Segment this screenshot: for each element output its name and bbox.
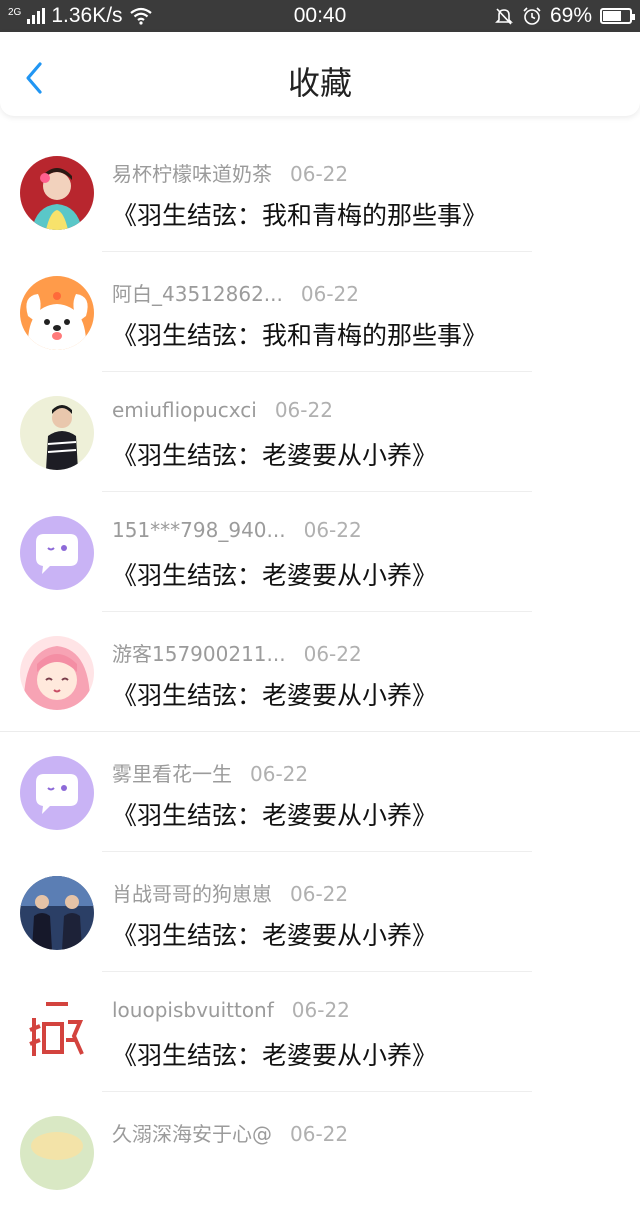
list-item[interactable]: 阿白_43512862... 06-22 《羽生结弦：我和青梅的那些事》 [0,252,640,372]
user-photo-icon [20,396,94,470]
chat-bubble-icon [20,516,94,590]
item-meta: 阿白_43512862... 06-22 [112,278,359,307]
user-photo-icon [20,156,94,230]
username[interactable]: louopisbvuittonf [112,998,274,1022]
book-title[interactable]: 《羽生结弦：老婆要从小养》 [112,556,437,592]
username[interactable]: 肖战哥哥的狗崽崽 [112,882,272,906]
item-date: 06-22 [291,998,350,1022]
avatar[interactable] [20,396,94,470]
bell-muted-icon [495,8,513,25]
favorites-list: 易杯柠檬味道奶茶 06-22 《羽生结弦：我和青梅的那些事》 阿白_4351286… [0,132,640,1212]
avatar[interactable] [20,876,94,950]
item-meta: louopisbvuittonf 06-22 [112,998,350,1022]
list-item[interactable]: emiufliopucxci 06-22 《羽生结弦：老婆要从小养》 [0,372,640,492]
list-item[interactable]: 久溺深海安于心@ 06-22 [0,1092,640,1212]
item-date: 06-22 [250,762,309,786]
status-right: 69% [494,4,635,28]
item-meta: 久溺深海安于心@ 06-22 [112,1118,348,1147]
item-date: 06-22 [290,162,349,186]
list-item[interactable]: 易杯柠檬味道奶茶 06-22 《羽生结弦：我和青梅的那些事》 [0,132,640,252]
item-meta: 151***798_940... 06-22 [112,518,362,542]
item-date: 06-22 [274,398,333,422]
item-meta: 易杯柠檬味道奶茶 06-22 [112,158,348,187]
book-title[interactable]: 《羽生结弦：我和青梅的那些事》 [112,196,487,232]
list-item[interactable]: 游客157900211... 06-22 《羽生结弦：老婆要从小养》 [0,612,640,732]
item-date: 06-22 [290,1122,349,1146]
book-title[interactable]: 《羽生结弦：老婆要从小养》 [112,436,437,472]
list-item[interactable]: 肖战哥哥的狗崽崽 06-22 《羽生结弦：老婆要从小养》 [0,852,640,972]
avatar[interactable] [20,516,94,590]
text-logo-icon [20,996,94,1070]
avatar[interactable] [20,756,94,830]
item-date: 06-22 [290,882,349,906]
item-meta: 游客157900211... 06-22 [112,638,362,667]
cartoon-dog-icon [20,276,94,350]
anime-girl-icon [20,636,94,710]
user-photo-icon [20,876,94,950]
page-title: 收藏 [287,64,352,102]
book-title[interactable]: 《羽生结弦：老婆要从小养》 [112,1036,437,1072]
item-date: 06-22 [303,518,362,542]
user-photo-icon [20,1116,94,1190]
avatar[interactable] [20,156,94,230]
status-bar: 2G 1.36K/s 00:40 69% [0,0,640,32]
list-item[interactable]: louopisbvuittonf 06-22 《羽生结弦：老婆要从小养》 [0,972,640,1092]
username[interactable]: 151***798_940... [112,518,286,542]
book-title[interactable]: 《羽生结弦：老婆要从小养》 [112,676,437,712]
username[interactable]: 阿白_43512862... [112,282,283,306]
alarm-icon [523,7,541,25]
chat-bubble-icon [20,756,94,830]
battery-icon [600,8,635,24]
item-meta: 雾里看花一生 06-22 [112,758,308,787]
avatar[interactable] [20,996,94,1070]
username[interactable]: emiufliopucxci [112,398,257,422]
book-title[interactable]: 《羽生结弦：我和青梅的那些事》 [112,316,487,352]
app-header: 收藏 [0,32,640,116]
book-title[interactable]: 《羽生结弦：老婆要从小养》 [112,916,437,952]
item-date: 06-22 [300,282,359,306]
battery-fill [603,11,621,21]
list-item[interactable]: 151***798_940... 06-22 《羽生结弦：老婆要从小养》 [0,492,640,612]
book-title[interactable]: 《羽生结弦：老婆要从小养》 [112,796,437,832]
username[interactable]: 游客157900211... [112,642,286,666]
username[interactable]: 雾里看花一生 [112,762,232,786]
username[interactable]: 易杯柠檬味道奶茶 [112,162,272,186]
item-meta: emiufliopucxci 06-22 [112,398,333,422]
item-date: 06-22 [303,642,362,666]
avatar[interactable] [20,276,94,350]
avatar[interactable] [20,1116,94,1190]
battery-percent: 69% [549,4,592,27]
list-item[interactable]: 雾里看花一生 06-22 《羽生结弦：老婆要从小养》 [0,732,640,852]
username[interactable]: 久溺深海安于心@ [112,1122,272,1146]
item-meta: 肖战哥哥的狗崽崽 06-22 [112,878,348,907]
avatar[interactable] [20,636,94,710]
